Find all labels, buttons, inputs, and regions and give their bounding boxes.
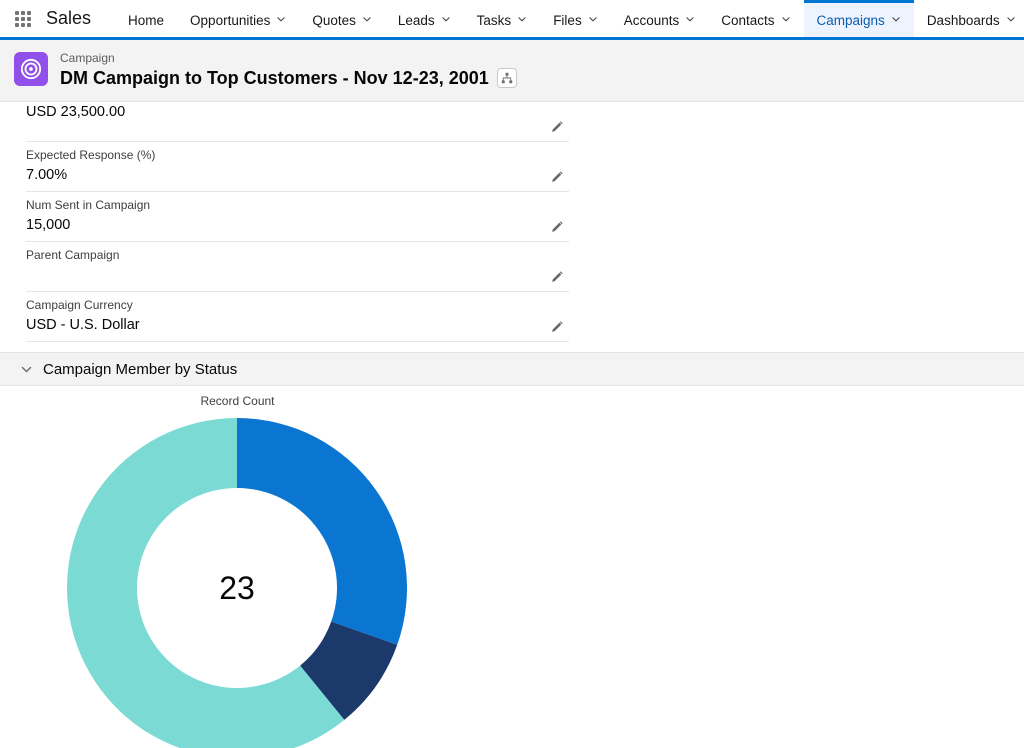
app-launcher-waffle-icon bbox=[15, 10, 31, 27]
chevron-down-icon[interactable] bbox=[1006, 14, 1016, 24]
page-title: DM Campaign to Top Customers - Nov 12-23… bbox=[60, 68, 489, 88]
nav-tab-quotes[interactable]: Quotes bbox=[299, 0, 385, 37]
chevron-down-icon[interactable] bbox=[441, 14, 451, 24]
nav-tab-label: Files bbox=[553, 12, 582, 28]
nav-tab-opportunities[interactable]: Opportunities bbox=[177, 0, 299, 37]
field-list: USD 23,500.00 Expected Response (%) 7.00% N… bbox=[26, 102, 569, 342]
field-value: USD - U.S. Dollar bbox=[26, 317, 140, 333]
nav-tab-label: Accounts bbox=[623, 12, 680, 28]
hierarchy-icon bbox=[501, 72, 513, 84]
field-row: Num Sent in Campaign 15,000 bbox=[26, 192, 569, 242]
donut-chart-svg[interactable] bbox=[57, 408, 417, 748]
nav-tab-dashboards[interactable]: Dashboards bbox=[914, 0, 1024, 37]
nav-tab-accounts[interactable]: Accounts bbox=[611, 0, 709, 37]
record-detail-panel: USD 23,500.00 Expected Response (%) 7.00% N… bbox=[0, 102, 1024, 342]
nav-tab-label: Campaigns bbox=[816, 12, 885, 28]
chevron-down-icon bbox=[21, 366, 32, 372]
nav-tab-campaigns[interactable]: Campaigns bbox=[803, 0, 914, 37]
pencil-icon[interactable] bbox=[549, 219, 565, 235]
chevron-down-icon[interactable] bbox=[891, 14, 901, 24]
field-value: 15,000 bbox=[26, 217, 71, 233]
field-label: Num Sent in Campaign bbox=[26, 198, 151, 212]
chevron-down-icon[interactable] bbox=[517, 14, 527, 24]
field-label: Expected Response (%) bbox=[26, 148, 156, 162]
field-label: Campaign Currency bbox=[26, 298, 133, 312]
app-name-label[interactable]: Sales bbox=[42, 0, 115, 37]
section-header-campaign-member-by-status[interactable]: Campaign Member by Status bbox=[0, 352, 1024, 386]
chevron-down-icon[interactable] bbox=[362, 14, 372, 24]
nav-tab-label: Dashboards bbox=[926, 12, 1000, 28]
nav-tab-list: Home Opportunities Quotes Leads Tasks Files Ac… bbox=[115, 0, 1024, 37]
field-row: Parent Campaign bbox=[26, 242, 569, 292]
record-header: Campaign DM Campaign to Top Customers - … bbox=[0, 40, 1024, 102]
nav-tab-home[interactable]: Home bbox=[115, 0, 177, 37]
nav-tab-label: Opportunities bbox=[190, 12, 271, 28]
field-value bbox=[26, 265, 569, 286]
record-title-block: Campaign DM Campaign to Top Customers - … bbox=[60, 50, 517, 89]
nav-tab-contacts[interactable]: Contacts bbox=[708, 0, 803, 37]
nav-tab-leads[interactable]: Leads bbox=[385, 0, 464, 37]
view-hierarchy-button[interactable] bbox=[496, 68, 517, 88]
nav-tab-label: Contacts bbox=[721, 12, 775, 28]
chevron-down-icon[interactable] bbox=[781, 14, 791, 24]
campaign-member-chart: Record Count 23 bbox=[0, 386, 1024, 748]
donut-slice-sent[interactable] bbox=[237, 418, 408, 645]
pencil-icon[interactable] bbox=[549, 319, 565, 335]
chart-title: Record Count bbox=[200, 394, 275, 408]
field-row: Expected Response (%) 7.00% bbox=[26, 142, 569, 192]
nav-tab-tasks[interactable]: Tasks bbox=[464, 0, 541, 37]
field-row: USD 23,500.00 bbox=[26, 102, 569, 142]
field-value: USD 23,500.00 bbox=[26, 104, 126, 120]
donut-chart[interactable]: 23 bbox=[57, 408, 417, 748]
record-object-label: Campaign bbox=[60, 51, 115, 65]
nav-tab-label: Quotes bbox=[312, 12, 356, 28]
app-launcher-button[interactable] bbox=[0, 0, 42, 37]
nav-tab-label: Home bbox=[128, 12, 165, 28]
pencil-icon[interactable] bbox=[549, 269, 565, 285]
field-row: Campaign Currency USD - U.S. Dollar bbox=[26, 292, 569, 342]
nav-tab-files[interactable]: Files bbox=[540, 0, 611, 37]
nav-tab-label: Tasks bbox=[476, 12, 512, 28]
chevron-down-icon[interactable] bbox=[276, 14, 286, 24]
pencil-icon[interactable] bbox=[549, 169, 565, 185]
pencil-icon[interactable] bbox=[549, 119, 565, 135]
section-title: Campaign Member by Status bbox=[43, 360, 238, 378]
chevron-down-icon[interactable] bbox=[685, 14, 695, 24]
field-label: Parent Campaign bbox=[26, 248, 120, 262]
campaign-target-icon bbox=[14, 52, 48, 86]
record-title-row: DM Campaign to Top Customers - Nov 12-23… bbox=[60, 67, 517, 89]
field-value: 7.00% bbox=[26, 167, 68, 183]
chevron-down-icon[interactable] bbox=[588, 14, 598, 24]
global-navigation-bar: Sales Home Opportunities Quotes Leads Tasks F… bbox=[0, 0, 1024, 40]
nav-tab-label: Leads bbox=[397, 12, 435, 28]
